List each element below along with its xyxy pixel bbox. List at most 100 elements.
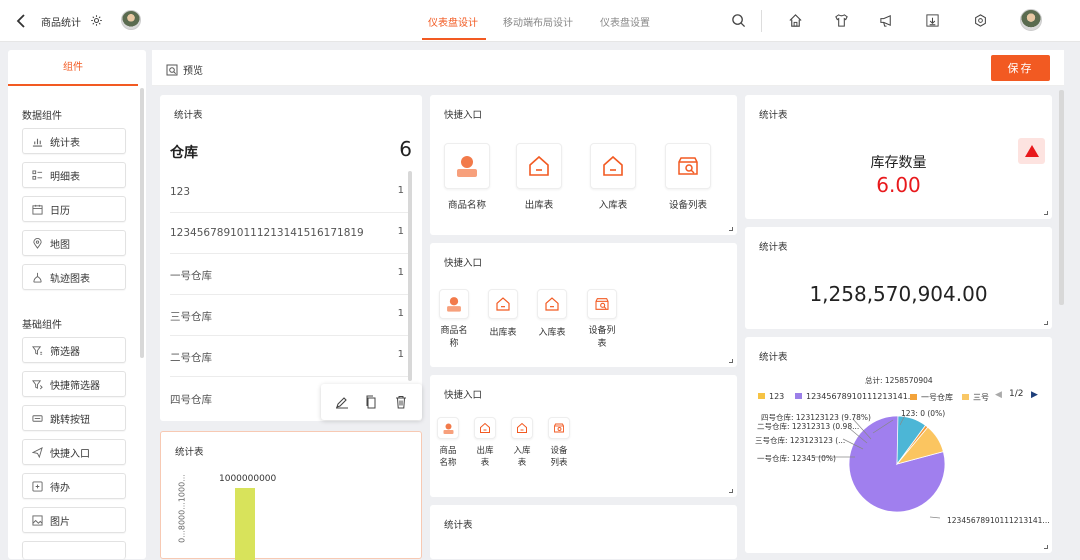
canvas-scrollbar[interactable] bbox=[1059, 90, 1064, 305]
gear-icon[interactable] bbox=[89, 13, 103, 27]
quick-item-device-list[interactable]: 设备 列表 bbox=[547, 417, 571, 469]
quick-item-device-list[interactable]: 设备列表 bbox=[662, 143, 714, 211]
person-icon bbox=[437, 417, 459, 439]
user-avatar[interactable] bbox=[1020, 9, 1042, 31]
quick-entry-card-small[interactable]: 快捷入口 商品 名称 出库 表 入库 表 设备 列表 bbox=[430, 375, 737, 497]
back-arrow-icon[interactable] bbox=[12, 11, 30, 31]
copy-icon[interactable] bbox=[364, 395, 378, 409]
component-detail-table[interactable]: 明细表 bbox=[22, 162, 126, 188]
pie-total-label: 总计: 1258570904 bbox=[865, 376, 933, 385]
card-title: 统计表 bbox=[444, 520, 473, 531]
card-title: 快捷入口 bbox=[444, 110, 483, 121]
basic-components-heading: 基础组件 bbox=[22, 320, 62, 331]
stock-label: 库存数量 bbox=[870, 155, 927, 171]
list-scrollbar[interactable] bbox=[408, 171, 412, 381]
download-icon[interactable] bbox=[924, 12, 940, 28]
component-calendar[interactable]: 日历 bbox=[22, 196, 126, 222]
bar-data-label: 1000000000 bbox=[219, 474, 277, 484]
resize-handle[interactable] bbox=[1044, 545, 1048, 549]
component-quick-filter[interactable]: 快捷筛选器 bbox=[22, 371, 126, 397]
component-more[interactable] bbox=[22, 541, 126, 559]
pie-slice-label: 12345678910111213141... bbox=[947, 516, 1050, 525]
house-icon bbox=[488, 289, 518, 319]
stock-value: 6.00 bbox=[876, 173, 921, 197]
resize-handle[interactable] bbox=[1044, 321, 1048, 325]
resize-handle[interactable] bbox=[1044, 211, 1048, 215]
top-bar: 商品统计 仪表盘设计 移动端布局设计 仪表盘设置 bbox=[0, 0, 1080, 42]
table-row: 12345678910111213141516171819 1 bbox=[170, 213, 410, 254]
tab-components[interactable]: 组件 bbox=[8, 50, 138, 86]
quick-item-inbound[interactable]: 入库表 bbox=[590, 143, 636, 211]
component-stat-table[interactable]: 统计表 bbox=[22, 128, 126, 154]
edit-icon[interactable] bbox=[335, 395, 349, 409]
quick-item-outbound[interactable]: 出库表 bbox=[486, 289, 520, 338]
house-icon bbox=[516, 143, 562, 189]
quick-item-device-list[interactable]: 设备列 表 bbox=[584, 289, 620, 351]
device-search-icon bbox=[548, 417, 570, 439]
card-title: 统计表 bbox=[759, 242, 788, 253]
detail-list-icon bbox=[31, 169, 43, 181]
leader-line bbox=[929, 516, 941, 519]
bar-chart-icon bbox=[31, 135, 43, 147]
search-icon[interactable] bbox=[730, 12, 746, 28]
component-filter[interactable]: 筛选器 bbox=[22, 337, 126, 363]
tab-dashboard-settings[interactable]: 仪表盘设置 bbox=[600, 14, 650, 29]
shirt-icon[interactable] bbox=[833, 12, 849, 28]
component-jump-button[interactable]: 跳转按钮 bbox=[22, 405, 126, 431]
save-button[interactable]: 保存 bbox=[991, 55, 1050, 81]
quick-item-outbound[interactable]: 出库表 bbox=[516, 143, 562, 211]
tab-mobile-layout[interactable]: 移动端布局设计 bbox=[503, 14, 573, 29]
pie-slice-label: 一号仓库: 12345 (0%) bbox=[757, 454, 836, 463]
app-title: 商品统计 bbox=[41, 18, 81, 29]
component-track-chart[interactable]: 轨迹图表 bbox=[22, 264, 126, 290]
bar-mark bbox=[235, 488, 255, 560]
stat-table-bar-card[interactable]: 统计表 0...8000...1000... 1000000000 bbox=[160, 431, 422, 560]
image-icon bbox=[31, 514, 43, 526]
quick-entry-card-medium[interactable]: 快捷入口 商品名 称 出库表 入库表 设备列 表 bbox=[430, 243, 737, 367]
quick-item-product[interactable]: 商品 名称 bbox=[436, 417, 460, 469]
hexagon-icon[interactable] bbox=[972, 12, 988, 28]
component-map[interactable]: 地图 bbox=[22, 230, 126, 256]
table-row: 一号仓库 1 bbox=[170, 254, 410, 295]
quick-filter-icon bbox=[31, 378, 43, 390]
card-title: 快捷入口 bbox=[444, 258, 483, 269]
component-todo[interactable]: 待办 bbox=[22, 473, 126, 499]
component-image[interactable]: 图片 bbox=[22, 507, 126, 533]
quick-item-product[interactable]: 商品名称 bbox=[442, 143, 492, 211]
tab-dashboard-design[interactable]: 仪表盘设计 bbox=[428, 14, 478, 29]
pie-slice-label: 123: 0 (0%) bbox=[901, 409, 946, 418]
quick-item-inbound[interactable]: 入库 表 bbox=[510, 417, 534, 469]
device-search-icon bbox=[665, 143, 711, 189]
preview-button[interactable]: 预览 bbox=[166, 62, 203, 77]
calendar-icon bbox=[31, 203, 43, 215]
stat-table-card-bottom[interactable]: 统计表 bbox=[430, 505, 737, 559]
canvas-toolbar: 预览 bbox=[152, 50, 1064, 86]
resize-handle[interactable] bbox=[729, 359, 733, 363]
house-icon bbox=[537, 289, 567, 319]
quick-item-inbound[interactable]: 入库表 bbox=[535, 289, 569, 338]
megaphone-icon[interactable] bbox=[878, 12, 894, 28]
todo-icon bbox=[31, 480, 43, 492]
card-title: 统计表 bbox=[174, 110, 203, 121]
data-components-heading: 数据组件 bbox=[22, 111, 62, 122]
stat-table-list-card[interactable]: 统计表 仓库 6 123 1 12345678910111213141516171… bbox=[160, 95, 422, 421]
component-quick-entry[interactable]: 快捷入口 bbox=[22, 439, 126, 465]
resize-handle[interactable] bbox=[729, 489, 733, 493]
quick-item-outbound[interactable]: 出库 表 bbox=[473, 417, 497, 469]
paper-plane-icon bbox=[31, 446, 43, 458]
list-header-name: 仓库 bbox=[170, 145, 198, 161]
delete-icon[interactable] bbox=[394, 395, 408, 409]
quick-item-product[interactable]: 商品名 称 bbox=[438, 289, 470, 351]
quick-entry-card-large[interactable]: 快捷入口 商品名称 出库表 入库表 设备列表 bbox=[430, 95, 737, 235]
sidebar-scrollbar[interactable] bbox=[140, 88, 144, 358]
person-icon bbox=[439, 289, 469, 319]
resize-handle[interactable] bbox=[729, 227, 733, 231]
stat-table-stock-card[interactable]: 统计表 库存数量 6.00 bbox=[745, 95, 1052, 219]
house-icon bbox=[590, 143, 636, 189]
pie-slice-label: 三号仓库: 123123123 (... bbox=[755, 436, 846, 445]
map-pin-icon bbox=[31, 237, 43, 249]
avatar[interactable] bbox=[121, 10, 141, 30]
stat-table-total-card[interactable]: 统计表 1,258,570,904.00 bbox=[745, 227, 1052, 329]
card-action-toolbar bbox=[321, 384, 422, 420]
home-icon[interactable] bbox=[787, 12, 803, 28]
